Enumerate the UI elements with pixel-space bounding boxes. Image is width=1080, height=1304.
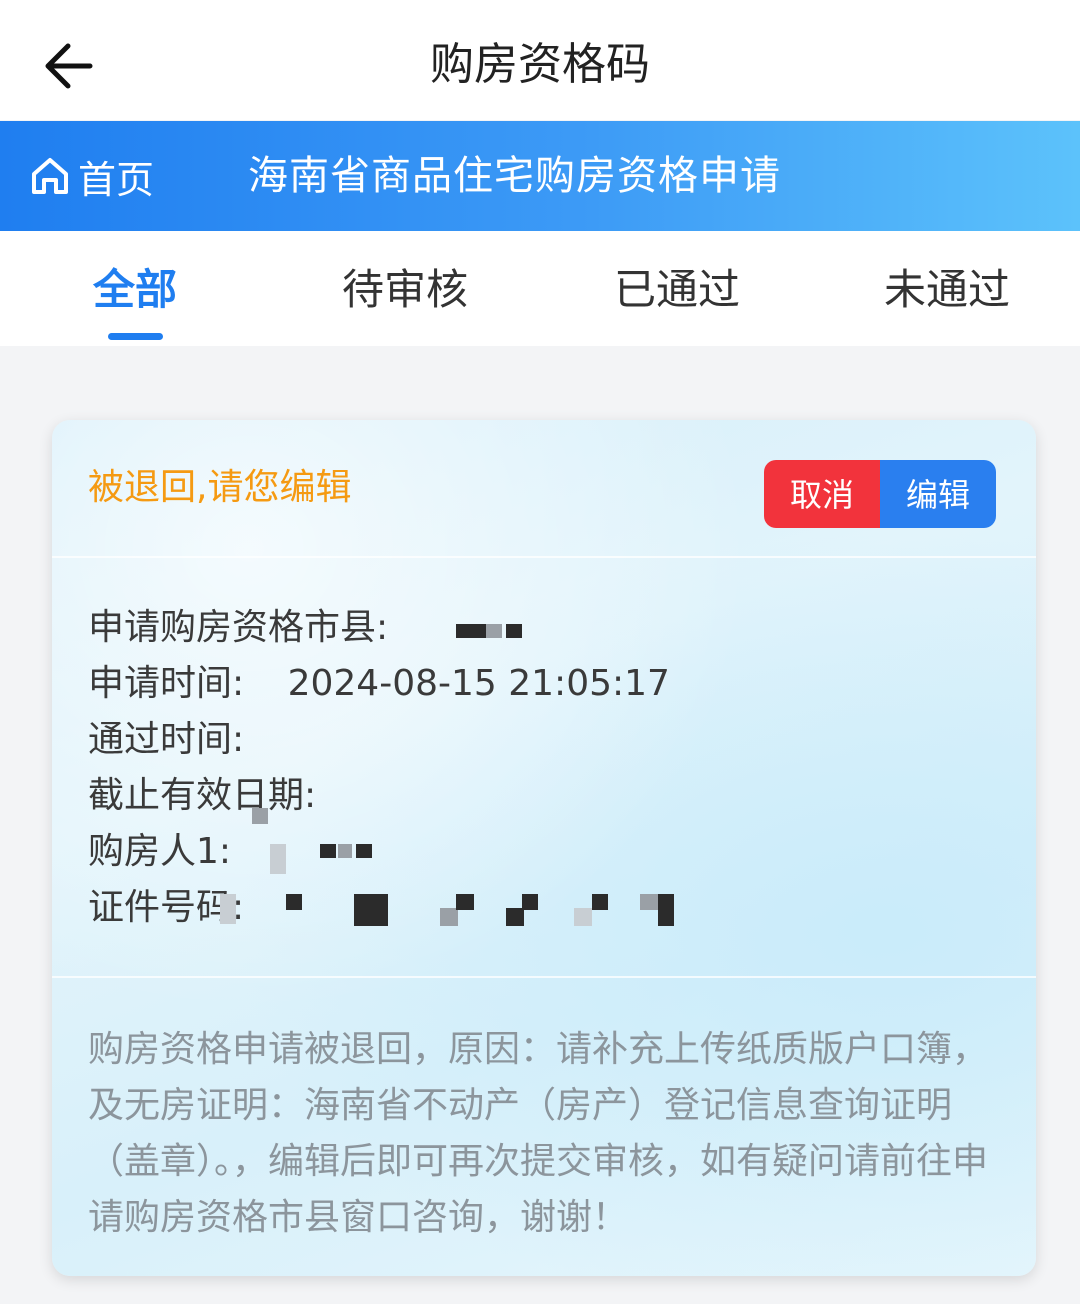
tab-pending[interactable]: 待审核: [320, 231, 490, 346]
field-pass-time: 通过时间:: [88, 712, 276, 768]
cancel-button[interactable]: 取消: [764, 460, 880, 528]
tab-rejected[interactable]: 未通过: [862, 231, 1032, 346]
home-link[interactable]: 首页: [28, 121, 154, 231]
redaction-block: [320, 844, 336, 858]
redaction-block: [270, 844, 286, 874]
redaction-block: [506, 908, 524, 926]
field-label: 购房人1:: [88, 831, 232, 872]
redaction-block: [354, 894, 388, 926]
divider: [52, 556, 1036, 558]
redaction-block: [456, 624, 486, 638]
home-label: 首页: [78, 157, 155, 202]
home-icon: [32, 158, 68, 194]
application-card: 被退回,请您编辑 取消 编辑 申请购房资格市县: 申请时间: 2024-08-1…: [52, 420, 1036, 1276]
field-label: 申请购房资格市县:: [88, 607, 389, 648]
redaction-block: [286, 894, 302, 910]
field-id-number: 证件号码:: [88, 880, 276, 936]
active-tab-indicator: [108, 333, 163, 340]
field-apply-time: 申请时间: 2024-08-15 21:05:17: [88, 656, 670, 712]
banner-title: 海南省商品住宅购房资格申请: [248, 153, 781, 199]
redaction-block: [252, 808, 268, 824]
tab-approved[interactable]: 已通过: [592, 231, 762, 346]
redaction-block: [220, 894, 236, 924]
tab-all[interactable]: 全部: [60, 231, 210, 346]
field-value: 2024-08-15 21:05:17: [287, 663, 670, 704]
redaction-block: [574, 908, 592, 926]
divider: [52, 976, 1036, 978]
redaction-block: [658, 894, 674, 926]
rejection-reason: 购房资格申请被退回，原因：请补充上传纸质版户口簿，及无房证明：海南省不动产（房产…: [88, 1029, 989, 1238]
redaction-block: [506, 624, 522, 638]
banner: 首页 海南省商品住宅购房资格申请: [0, 121, 1080, 231]
page-title: 购房资格码: [430, 39, 650, 90]
field-city: 申请购房资格市县:: [88, 600, 420, 656]
status-text: 被退回,请您编辑: [88, 467, 352, 508]
field-buyer: 购房人1:: [88, 824, 263, 880]
redaction-block: [338, 844, 352, 858]
redaction-block: [456, 894, 474, 910]
tab-bar: 全部 待审核 已通过 未通过: [0, 231, 1080, 346]
field-label: 截止有效日期:: [88, 775, 317, 816]
redaction-block: [640, 894, 658, 910]
redaction-block: [522, 894, 538, 910]
edit-button[interactable]: 编辑: [880, 460, 996, 528]
field-label: 通过时间:: [88, 719, 245, 760]
field-label: 申请时间:: [88, 663, 245, 704]
redaction-block: [486, 624, 502, 638]
redaction-block: [440, 908, 458, 926]
field-expiry-date: 截止有效日期:: [88, 768, 348, 824]
redaction-block: [592, 894, 608, 910]
redaction-block: [356, 844, 372, 858]
back-button[interactable]: [36, 36, 100, 96]
arrow-left-icon: [45, 43, 93, 89]
top-bar: 购房资格码: [0, 0, 1080, 120]
